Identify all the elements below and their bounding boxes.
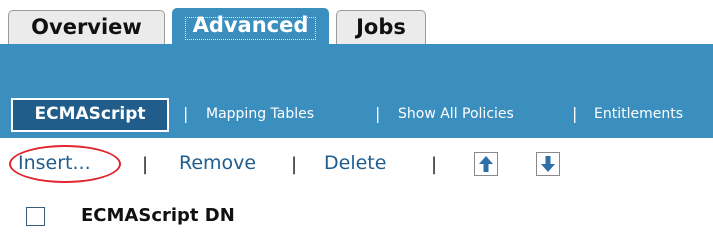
delete-link[interactable]: Delete [324, 152, 386, 174]
action-separator: | [291, 154, 298, 175]
arrow-up-icon [475, 153, 497, 175]
subnav-separator: | [572, 104, 578, 123]
subtab-ecmascript[interactable]: ECMAScript [11, 98, 169, 132]
select-all-checkbox[interactable] [26, 207, 45, 226]
action-separator: | [142, 154, 149, 175]
tab-overview[interactable]: Overview [8, 10, 165, 44]
subtab-entitlements[interactable]: Entitlements [594, 106, 683, 122]
tab-advanced-label: Advanced [192, 13, 309, 37]
move-down-button[interactable] [536, 152, 560, 176]
subtab-show-all-policies[interactable]: Show All Policies [398, 106, 514, 122]
remove-link[interactable]: Remove [179, 152, 256, 174]
header-band [0, 44, 713, 86]
subtab-mapping-tables[interactable]: Mapping Tables [206, 106, 314, 122]
tab-strip: Overview Advanced Jobs [0, 0, 713, 46]
action-separator: | [431, 154, 438, 175]
tab-jobs-label: Jobs [356, 15, 406, 39]
column-header-ecmascript-dn: ECMAScript DN [81, 205, 235, 226]
tab-overview-label: Overview [31, 15, 142, 39]
sub-navigation: ECMAScript | Mapping Tables | Show All P… [0, 86, 713, 138]
tab-jobs[interactable]: Jobs [336, 10, 426, 44]
tab-advanced[interactable]: Advanced [172, 8, 329, 46]
arrow-down-icon [537, 153, 559, 175]
subnav-separator: | [183, 104, 189, 123]
subnav-separator: | [375, 104, 381, 123]
insert-link[interactable]: Insert... [18, 152, 91, 174]
move-up-button[interactable] [474, 152, 498, 176]
